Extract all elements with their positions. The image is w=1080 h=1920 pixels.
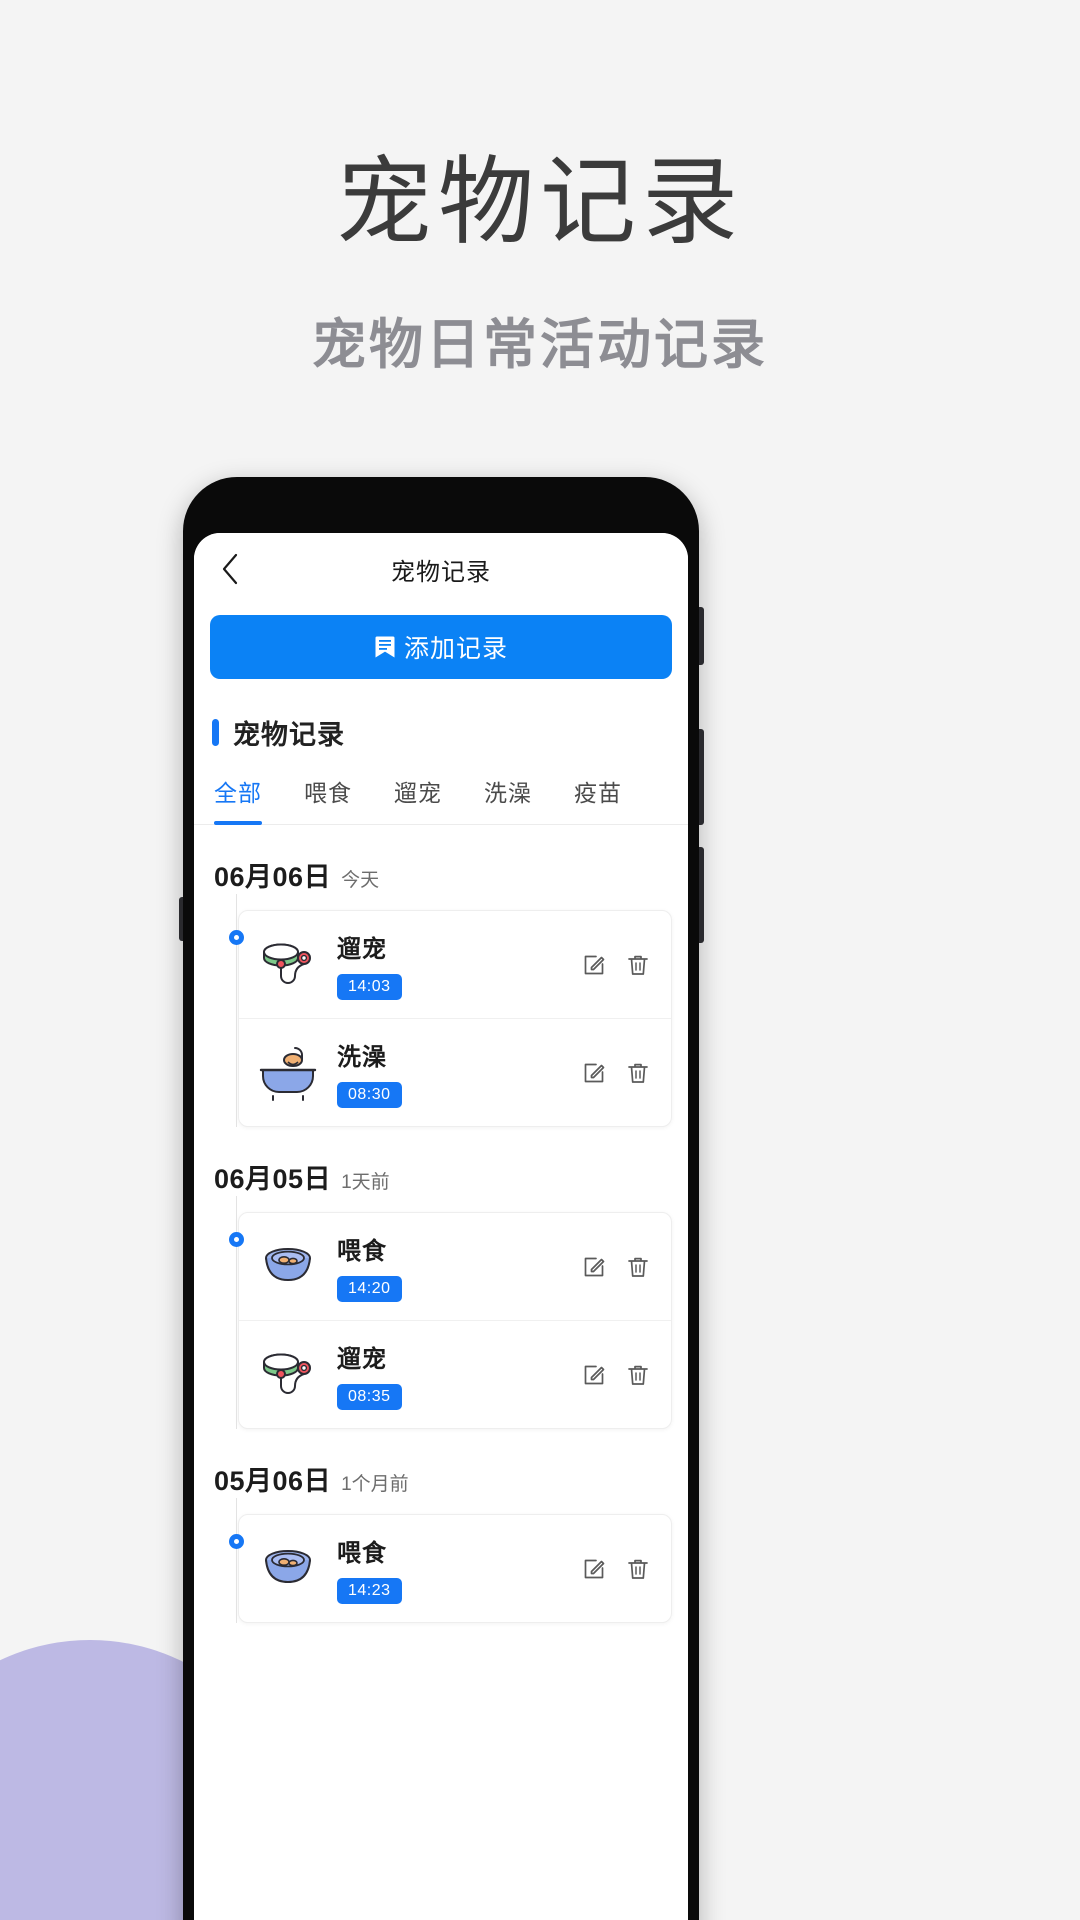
edit-square-icon[interactable] <box>581 1556 607 1582</box>
record-type: 喂食 <box>337 1540 387 1567</box>
record-info: 遛宠 14:03 <box>337 929 565 1000</box>
record-actions <box>581 1254 655 1280</box>
timeline-rail <box>236 1498 237 1623</box>
record-card-group: 喂食 14:23 <box>238 1514 672 1623</box>
section-title: 宠物记录 <box>233 720 345 750</box>
back-button[interactable] <box>210 549 250 589</box>
edit-square-icon[interactable] <box>581 952 607 978</box>
filter-tabs: 全部 喂食 遛宠 洗澡 疫苗 <box>194 752 688 825</box>
tab-walking[interactable]: 遛宠 <box>394 774 442 824</box>
bathtub-shower-icon <box>255 1040 321 1106</box>
trash-icon[interactable] <box>625 952 651 978</box>
day-body: 遛宠 14:03 洗澡 08:30 <box>194 894 688 1127</box>
record-row[interactable]: 洗澡 08:30 <box>239 1018 671 1126</box>
record-info: 洗澡 08:30 <box>337 1037 565 1108</box>
day-relative: 今天 <box>341 870 380 891</box>
record-timeline: 06月06日 今天 遛宠 14:03 洗澡 08:30 06月05日 1天前 喂… <box>194 825 688 1643</box>
record-time: 14:03 <box>337 974 402 1000</box>
day-header: 06月05日 1天前 <box>194 1127 688 1196</box>
chevron-left-icon <box>219 552 241 586</box>
trash-icon[interactable] <box>625 1060 651 1086</box>
add-record-button[interactable]: 添加记录 <box>210 615 672 679</box>
edit-square-icon[interactable] <box>581 1254 607 1280</box>
food-bowl-icon <box>255 1536 321 1602</box>
record-row[interactable]: 遛宠 08:35 <box>239 1320 671 1428</box>
record-type: 遛宠 <box>337 1346 387 1373</box>
tab-all[interactable]: 全部 <box>214 774 262 825</box>
leash-collar-icon <box>255 1342 321 1408</box>
timeline-dot <box>229 930 244 945</box>
section-header: 宠物记录 <box>194 679 688 752</box>
record-actions <box>581 952 655 978</box>
trash-icon[interactable] <box>625 1254 651 1280</box>
add-button-wrap: 添加记录 <box>194 605 688 679</box>
phone-mockup: 宠物记录 添加记录 宠物记录 全部 喂食 遛宠 洗澡 疫苗 06月06日 今天 … <box>179 477 704 1920</box>
phone-side-button-volume <box>699 729 704 825</box>
section-accent-bar <box>212 719 219 746</box>
day-body: 喂食 14:20 遛宠 08:35 <box>194 1196 688 1429</box>
record-info: 喂食 14:23 <box>337 1533 565 1604</box>
timeline-dot <box>229 1232 244 1247</box>
record-actions <box>581 1060 655 1086</box>
timeline-rail <box>236 894 237 1127</box>
record-row[interactable]: 喂食 14:23 <box>239 1515 671 1622</box>
leash-collar-icon <box>255 932 321 998</box>
edit-square-icon[interactable] <box>581 1060 607 1086</box>
record-card-group: 喂食 14:20 遛宠 08:35 <box>238 1212 672 1429</box>
app-header: 宠物记录 <box>194 533 688 605</box>
day-relative: 1天前 <box>341 1172 390 1193</box>
day-date: 06月06日 <box>214 862 332 892</box>
record-type: 遛宠 <box>337 936 387 963</box>
phone-screen: 宠物记录 添加记录 宠物记录 全部 喂食 遛宠 洗澡 疫苗 06月06日 今天 … <box>194 533 688 1920</box>
trash-icon[interactable] <box>625 1362 651 1388</box>
record-time: 14:20 <box>337 1276 402 1302</box>
record-card-group: 遛宠 14:03 洗澡 08:30 <box>238 910 672 1127</box>
promo-title: 宠物记录 <box>336 149 744 256</box>
day-date: 05月06日 <box>214 1466 332 1496</box>
tab-feeding[interactable]: 喂食 <box>304 774 352 824</box>
record-time: 08:30 <box>337 1082 402 1108</box>
record-time: 14:23 <box>337 1578 402 1604</box>
record-info: 喂食 14:20 <box>337 1231 565 1302</box>
phone-side-button-power <box>699 847 704 943</box>
bookmark-note-icon <box>374 635 396 659</box>
day-header: 05月06日 1个月前 <box>194 1429 688 1498</box>
record-time: 08:35 <box>337 1384 402 1410</box>
promo-subtitle: 宠物日常活动记录 <box>312 315 768 375</box>
timeline-dot <box>229 1534 244 1549</box>
day-date: 06月05日 <box>214 1164 332 1194</box>
record-type: 洗澡 <box>337 1044 387 1071</box>
trash-icon[interactable] <box>625 1556 651 1582</box>
day-body: 喂食 14:23 <box>194 1498 688 1623</box>
day-header: 06月06日 今天 <box>194 825 688 894</box>
record-type: 喂食 <box>337 1238 387 1265</box>
tab-bathing[interactable]: 洗澡 <box>484 774 532 824</box>
tab-vaccine[interactable]: 疫苗 <box>574 774 622 824</box>
page-title: 宠物记录 <box>391 558 491 586</box>
record-info: 遛宠 08:35 <box>337 1339 565 1410</box>
day-relative: 1个月前 <box>341 1474 409 1495</box>
phone-side-button-mute <box>699 607 704 665</box>
record-row[interactable]: 喂食 14:20 <box>239 1213 671 1320</box>
add-record-label: 添加记录 <box>403 635 508 663</box>
promo-page: 宠物记录 宠物日常活动记录 宠物记录 添加记录 宠物记录 全部 喂食 遛宠 洗澡… <box>0 0 1080 1920</box>
timeline-rail <box>236 1196 237 1429</box>
record-row[interactable]: 遛宠 14:03 <box>239 911 671 1018</box>
food-bowl-icon <box>255 1234 321 1300</box>
record-actions <box>581 1362 655 1388</box>
edit-square-icon[interactable] <box>581 1362 607 1388</box>
record-actions <box>581 1556 655 1582</box>
phone-left-button <box>179 897 183 941</box>
